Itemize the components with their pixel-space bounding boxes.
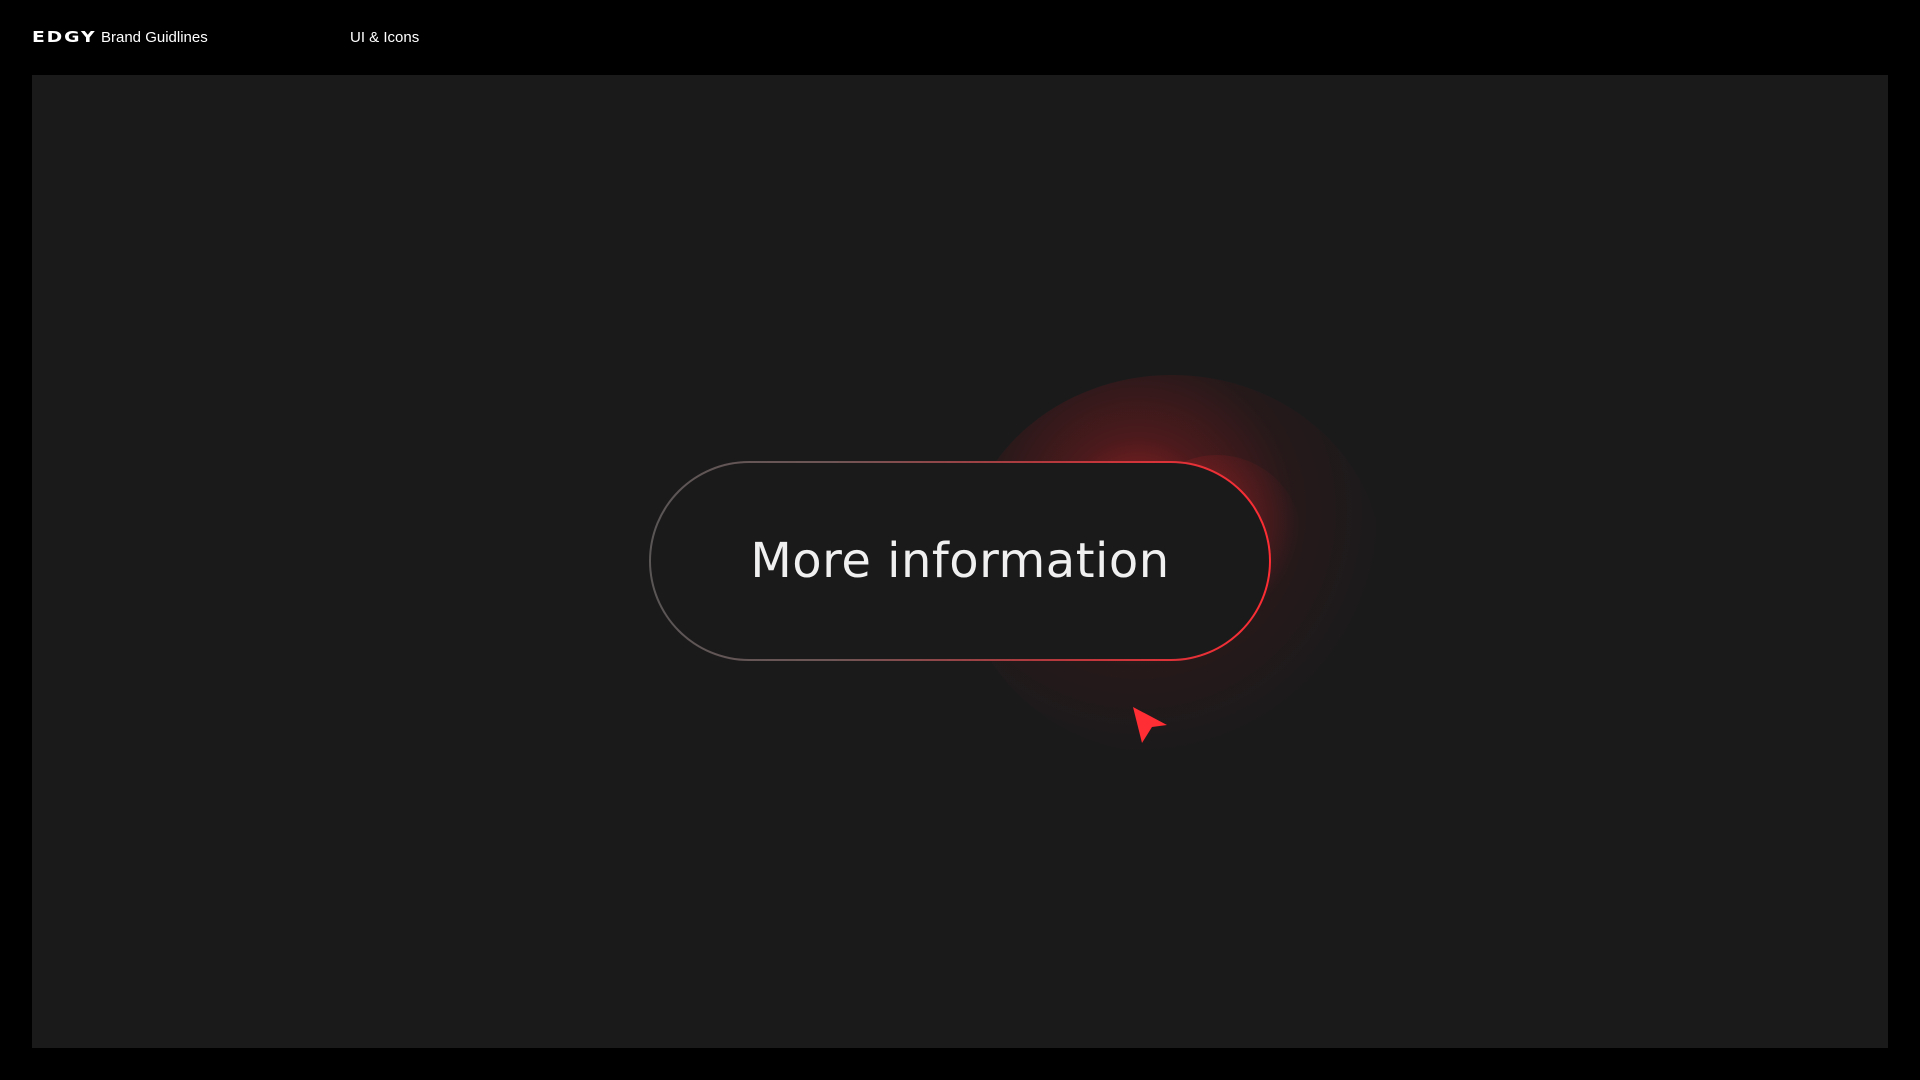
section-title: UI & Icons	[350, 29, 420, 46]
brand-title: Brand Guidlines	[101, 29, 208, 46]
showcase-canvas: More information	[32, 75, 1888, 1048]
more-information-button-label: More information	[750, 533, 1170, 589]
more-information-button[interactable]: More information	[649, 461, 1271, 661]
edgy-logo[interactable]: EDGY	[32, 28, 96, 46]
more-information-button-body[interactable]: More information	[651, 463, 1269, 659]
header: EDGY Brand Guidlines UI & Icons	[0, 0, 1920, 74]
pointer-arrow-icon	[1133, 707, 1167, 743]
